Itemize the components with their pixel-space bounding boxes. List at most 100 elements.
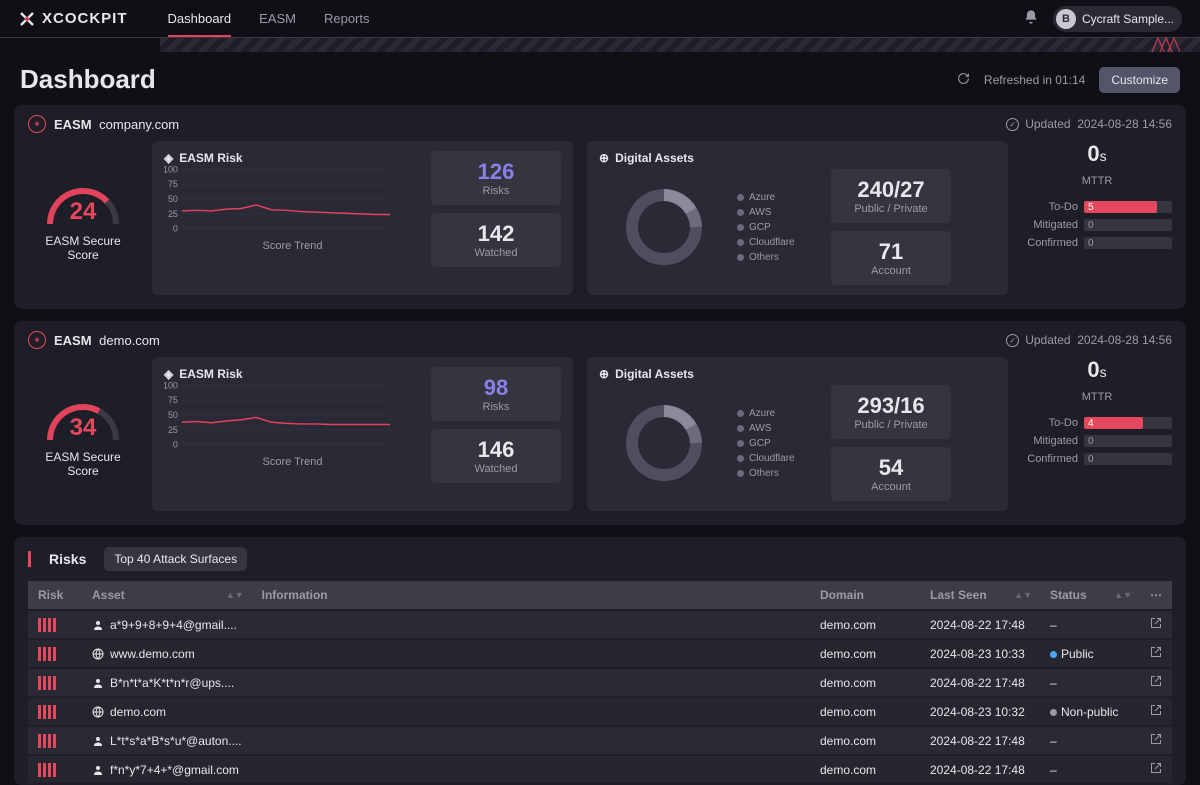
topbar: XCOCKPIT Dashboard EASM Reports B Cycraf… <box>0 0 1200 38</box>
user-icon <box>92 619 104 631</box>
globe-icon: ⊕ <box>599 367 609 381</box>
asset-cell: demo.com <box>92 705 242 719</box>
legend-item: Azure <box>737 408 823 419</box>
user-icon <box>92 677 104 689</box>
refresh-icon <box>957 72 970 88</box>
account-stat: 54Account <box>831 447 951 501</box>
domain-badge-icon: ✶ <box>28 331 46 349</box>
risk-level-icon <box>38 705 72 719</box>
mttr-bar-row: Confirmed0 <box>1022 237 1172 249</box>
table-row[interactable]: f*n*y*7+4+*@gmail.com demo.com 2024-08-2… <box>28 756 1172 783</box>
risk-level-icon <box>38 763 72 777</box>
score-label: EASM Secure Score <box>28 450 138 479</box>
score-block: 24 EASM Secure Score <box>28 141 138 295</box>
table-row[interactable]: L*t*s*a*B*s*u*@auton.... demo.com 2024-0… <box>28 727 1172 754</box>
svg-text:100: 100 <box>164 165 178 174</box>
check-icon: ✓ <box>1006 118 1019 131</box>
col-actions[interactable]: ⋯ <box>1140 581 1172 609</box>
title-row: Dashboard Refreshed in 01:14 Customize <box>0 52 1200 105</box>
account-stat: 71Account <box>831 231 951 285</box>
table-row[interactable]: demo.com demo.com 2024-08-23 10:32 Non-p… <box>28 698 1172 725</box>
legend-item: Others <box>737 252 823 263</box>
legend-item: GCP <box>737 438 823 449</box>
table-row[interactable]: B*n*t*a*K*t*n*r@ups.... demo.com 2024-08… <box>28 669 1172 696</box>
open-row-button[interactable] <box>1140 698 1172 725</box>
mttr-bar-row: To-Do5 <box>1022 201 1172 213</box>
legend-item: Others <box>737 468 823 479</box>
digital-assets-card: ⊕Digital Assets AzureAWSGCPCloudflareOth… <box>587 357 1008 511</box>
mttr-block: 0s MTTR To-Do5 Mitigated0 Confirmed0 <box>1022 141 1172 295</box>
easm-risk-card: ◈EASM Risk 0255075100 Score Trend 98Risk… <box>152 357 573 511</box>
open-row-button[interactable] <box>1140 640 1172 667</box>
score-label: EASM Secure Score <box>28 234 138 263</box>
watched-stat: 142Watched <box>431 213 561 267</box>
score-gauge: 34 <box>40 390 126 446</box>
updated-text: ✓ Updated 2024-08-28 14:56 <box>1006 117 1172 131</box>
legend-item: Cloudflare <box>737 453 823 464</box>
score-trend-chart: 0255075100 <box>164 381 394 451</box>
svg-text:25: 25 <box>168 209 178 219</box>
filter-chip-top40[interactable]: Top 40 Attack Surfaces <box>104 547 247 571</box>
col-info[interactable]: Information <box>252 581 810 609</box>
risks-section: Risks Top 40 Attack Surfaces Risk Asset▲… <box>14 537 1186 785</box>
risks-table: Risk Asset▲▼ Information Domain Last See… <box>28 579 1172 785</box>
col-lastseen[interactable]: Last Seen▲▼ <box>920 581 1040 609</box>
risks-accent <box>28 551 31 567</box>
mttr-bar-row: Mitigated0 <box>1022 219 1172 231</box>
legend-item: Azure <box>737 192 823 203</box>
domain-title: EASM demo.com <box>54 333 160 348</box>
brand-mark-icon <box>1150 36 1180 57</box>
donut-icon <box>619 182 709 272</box>
open-row-button[interactable] <box>1140 756 1172 783</box>
legend-item: AWS <box>737 207 823 218</box>
decorative-band <box>160 38 1200 52</box>
globe-icon <box>92 706 104 718</box>
app-name: XCOCKPIT <box>42 10 128 27</box>
nav-dashboard[interactable]: Dashboard <box>168 0 232 37</box>
user-icon <box>92 764 104 776</box>
mttr-bar-row: Confirmed0 <box>1022 453 1172 465</box>
col-status[interactable]: Status▲▼ <box>1040 581 1140 609</box>
pubpriv-stat: 293/16Public / Private <box>831 385 951 439</box>
page-title: Dashboard <box>20 64 156 95</box>
avatar: B <box>1056 9 1076 29</box>
digital-assets-card: ⊕Digital Assets AzureAWSGCPCloudflareOth… <box>587 141 1008 295</box>
svg-text:75: 75 <box>168 395 178 405</box>
nav-easm[interactable]: EASM <box>259 0 296 37</box>
customize-button[interactable]: Customize <box>1099 67 1180 93</box>
open-row-button[interactable] <box>1140 727 1172 754</box>
user-name: Cycraft Sample... <box>1082 12 1174 26</box>
mttr-block: 0s MTTR To-Do4 Mitigated0 Confirmed0 <box>1022 357 1172 511</box>
diamond-icon: ◈ <box>164 151 173 165</box>
svg-text:25: 25 <box>168 425 178 435</box>
open-row-button[interactable] <box>1140 611 1172 638</box>
risk-level-icon <box>38 734 72 748</box>
col-domain[interactable]: Domain <box>810 581 920 609</box>
asset-cell: B*n*t*a*K*t*n*r@ups.... <box>92 676 242 690</box>
donut-icon <box>619 398 709 488</box>
app-logo: XCOCKPIT <box>18 10 128 28</box>
domain-panel: ✶ EASM demo.com ✓ Updated 2024-08-28 14:… <box>14 321 1186 525</box>
open-row-button[interactable] <box>1140 669 1172 696</box>
col-risk[interactable]: Risk <box>28 581 82 609</box>
score-gauge: 24 <box>40 174 126 230</box>
table-row[interactable]: a*9+9+8+9+4@gmail.... demo.com 2024-08-2… <box>28 611 1172 638</box>
bell-icon[interactable] <box>1023 9 1039 28</box>
domain-panel: ✶ EASM company.com ✓ Updated 2024-08-28 … <box>14 105 1186 309</box>
col-asset[interactable]: Asset▲▼ <box>82 581 252 609</box>
updated-text: ✓ Updated 2024-08-28 14:56 <box>1006 333 1172 347</box>
score-trend-chart: 0255075100 <box>164 165 394 235</box>
status-dot-icon <box>1050 651 1057 658</box>
diamond-icon: ◈ <box>164 367 173 381</box>
logo-icon <box>18 10 36 28</box>
easm-risk-card: ◈EASM Risk 0255075100 Score Trend 126Ris… <box>152 141 573 295</box>
globe-icon <box>92 648 104 660</box>
table-row[interactable]: www.demo.com demo.com 2024-08-23 10:33 P… <box>28 640 1172 667</box>
risks-stat: 98Risks <box>431 367 561 421</box>
globe-icon: ⊕ <box>599 151 609 165</box>
user-menu[interactable]: B Cycraft Sample... <box>1053 6 1182 32</box>
nav-reports[interactable]: Reports <box>324 0 370 37</box>
check-icon: ✓ <box>1006 334 1019 347</box>
sort-icon: ▲▼ <box>1114 590 1132 600</box>
status-dot-icon <box>1050 709 1057 716</box>
